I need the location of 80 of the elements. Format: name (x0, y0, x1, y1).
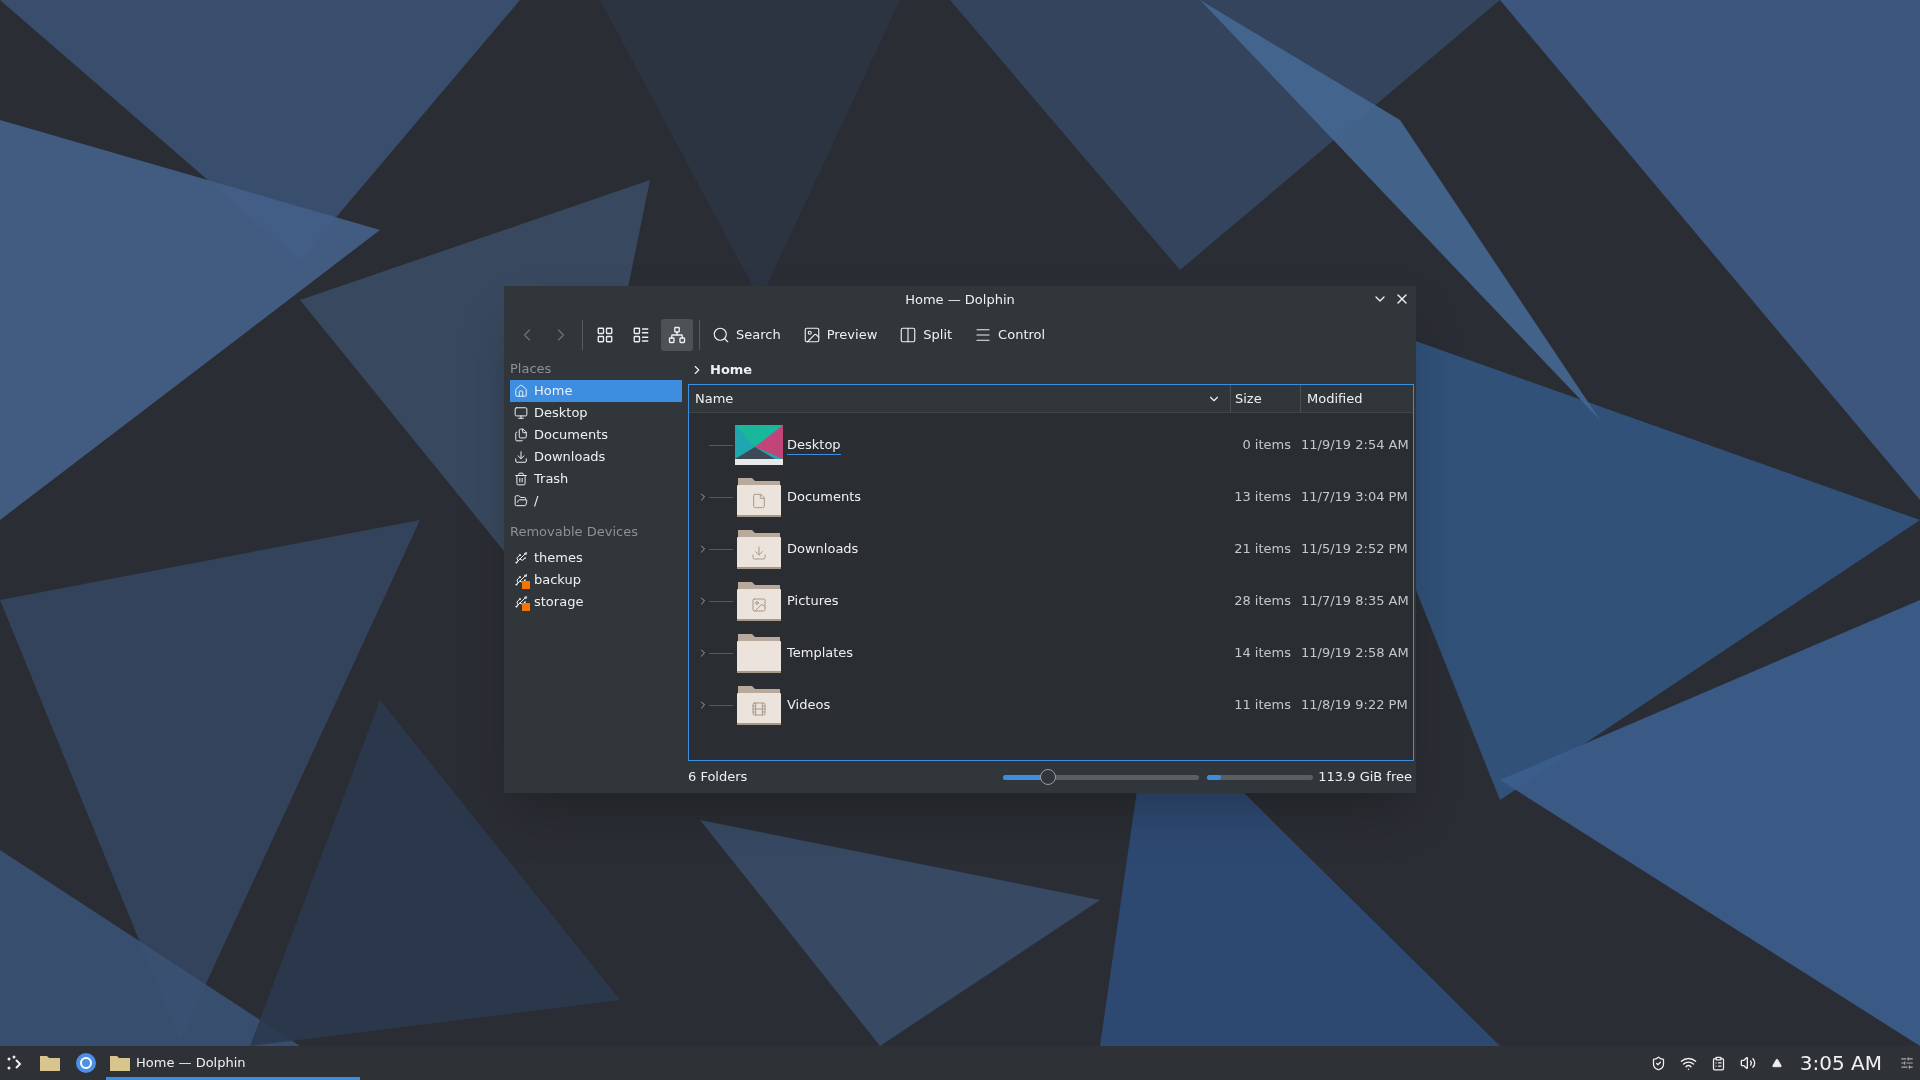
table-cell-text: 11/5/19 2:52 PM (1301, 540, 1409, 559)
window-title: Home — Dolphin (905, 292, 1015, 308)
free-space-text: 113.9 GiB free (1318, 768, 1412, 787)
device-item[interactable]: themes (510, 547, 682, 569)
place-item[interactable]: Downloads (510, 446, 682, 468)
launcher-icon[interactable] (6, 1055, 22, 1071)
search-icon (712, 326, 730, 344)
file-name: Videos (787, 696, 831, 715)
usb-drive-icon (514, 551, 528, 565)
details-view-icon (668, 326, 686, 344)
trash-icon (514, 472, 528, 486)
place-item[interactable]: Desktop (510, 402, 682, 424)
device-item[interactable]: storage (510, 591, 682, 613)
table-cell-text: 13 items (1233, 488, 1291, 507)
table-cell-text: 14 items (1233, 644, 1291, 663)
taskbar-task[interactable]: Home — Dolphin (106, 1046, 360, 1080)
compact-view-icon (632, 326, 650, 344)
table-cell-text: 11 items (1233, 696, 1291, 715)
file-row[interactable]: Desktop 0 items 11/9/19 2:54 AM (689, 419, 1413, 471)
device-item[interactable]: backup (510, 569, 682, 591)
column-header[interactable]: Name (689, 385, 1231, 412)
table-cell-text: 11/7/19 8:35 AM (1301, 592, 1410, 611)
menu-icon (974, 326, 993, 344)
file-name: Pictures (787, 592, 839, 611)
folder-icon (736, 528, 782, 570)
folder-icon (736, 684, 782, 726)
section-heading: Places (510, 360, 553, 379)
place-item[interactable]: Trash (510, 468, 682, 490)
usb-drive-icon (514, 595, 528, 609)
usb-drive-icon (514, 573, 528, 587)
folder-icon (736, 476, 782, 518)
column-header[interactable]: Modified (1301, 385, 1413, 412)
image-icon (802, 326, 821, 344)
home-icon (514, 384, 528, 398)
place-item[interactable]: Documents (510, 424, 682, 446)
wallpaper-thumbnail-icon (735, 425, 783, 465)
toolbar-button[interactable]: Control (968, 319, 1052, 351)
breadcrumb-item[interactable]: Home (710, 360, 753, 380)
volume-icon[interactable] (1739, 1055, 1756, 1071)
status-text: 6 Folders (688, 768, 748, 787)
file-row[interactable]: Templates 14 items 11/9/19 2:58 AM (689, 627, 1413, 679)
file-name: Desktop (787, 434, 841, 456)
documents-icon (514, 428, 528, 442)
table-cell-text: 11/9/19 2:58 AM (1301, 644, 1410, 663)
place-item[interactable]: / (510, 490, 682, 512)
table-cell-text: 11/7/19 3:04 PM (1301, 488, 1409, 507)
table-cell-text: 0 items (1241, 436, 1291, 455)
icons-view-icon (596, 326, 614, 344)
folder-icon (514, 494, 528, 508)
file-row[interactable]: Documents 13 items 11/7/19 3:04 PM (689, 471, 1413, 523)
view-mode-button[interactable] (661, 319, 693, 351)
section-heading: Removable Devices (510, 523, 639, 542)
toolbar-button[interactable]: Split (893, 319, 959, 351)
folder-icon[interactable] (40, 1055, 60, 1071)
file-name: Downloads (787, 540, 859, 559)
monitor-icon (514, 406, 528, 420)
table-cell-text: 28 items (1233, 592, 1291, 611)
toolbar-button[interactable]: Preview (796, 319, 884, 351)
file-name: Documents (787, 488, 862, 507)
file-row[interactable]: Downloads 21 items 11/5/19 2:52 PM (689, 523, 1413, 575)
browser-icon[interactable] (76, 1053, 96, 1073)
clipboard-icon[interactable] (1710, 1055, 1726, 1071)
download-icon (514, 450, 528, 464)
column-header[interactable]: Size (1229, 385, 1301, 412)
split-icon (899, 326, 918, 344)
settings-icon[interactable] (1900, 1056, 1914, 1070)
expand-tray-icon[interactable] (1771, 1058, 1782, 1068)
shield-icon[interactable] (1650, 1055, 1666, 1071)
folder-icon (110, 1055, 130, 1071)
file-name: Templates (787, 644, 854, 663)
folder-icon (736, 632, 782, 674)
table-cell-text: 11/9/19 2:54 AM (1301, 436, 1410, 455)
file-row[interactable]: Videos 11 items 11/8/19 9:22 PM (689, 679, 1413, 731)
folder-icon (736, 580, 782, 622)
zoom-slider[interactable] (1003, 769, 1200, 785)
table-cell-text: 21 items (1233, 540, 1291, 559)
clock[interactable]: 3:05 AM (1799, 1048, 1882, 1078)
toolbar-button[interactable]: Search (706, 319, 787, 351)
file-row[interactable]: Pictures 28 items 11/7/19 8:35 AM (689, 575, 1413, 627)
table-cell-text: 11/8/19 9:22 PM (1301, 696, 1409, 715)
